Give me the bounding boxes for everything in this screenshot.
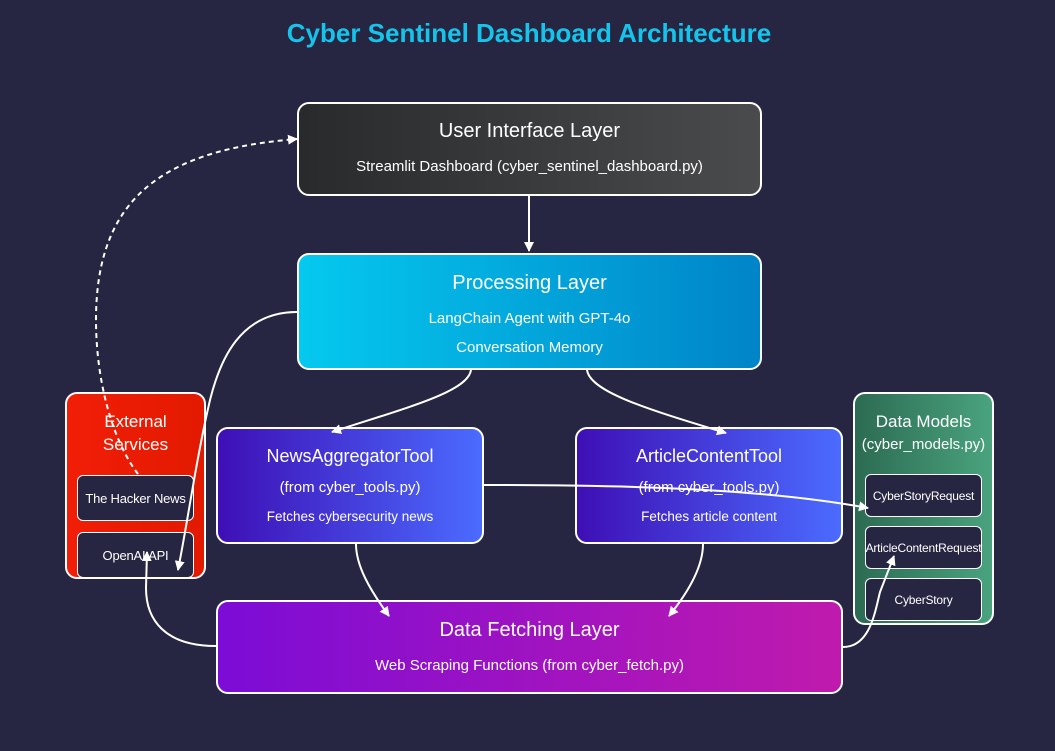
edges-layer bbox=[94, 134, 896, 648]
edge-processing-to-news-tool bbox=[331, 369, 472, 434]
edge-hacker-news-to-ui bbox=[94, 134, 298, 475]
edge-fetch-to-openai bbox=[141, 551, 217, 647]
edge-fetch-to-models bbox=[842, 555, 896, 648]
edge-processing-to-article-tool bbox=[586, 369, 727, 436]
diagram-canvas: Cyber Sentinel Dashboard Architecture Us… bbox=[0, 0, 1055, 751]
edge-news-tool-to-models bbox=[483, 484, 869, 512]
edge-news-tool-to-fetch bbox=[355, 543, 390, 617]
edge-processing-to-openai bbox=[174, 311, 298, 571]
edge-article-tool-to-fetch bbox=[668, 543, 704, 617]
